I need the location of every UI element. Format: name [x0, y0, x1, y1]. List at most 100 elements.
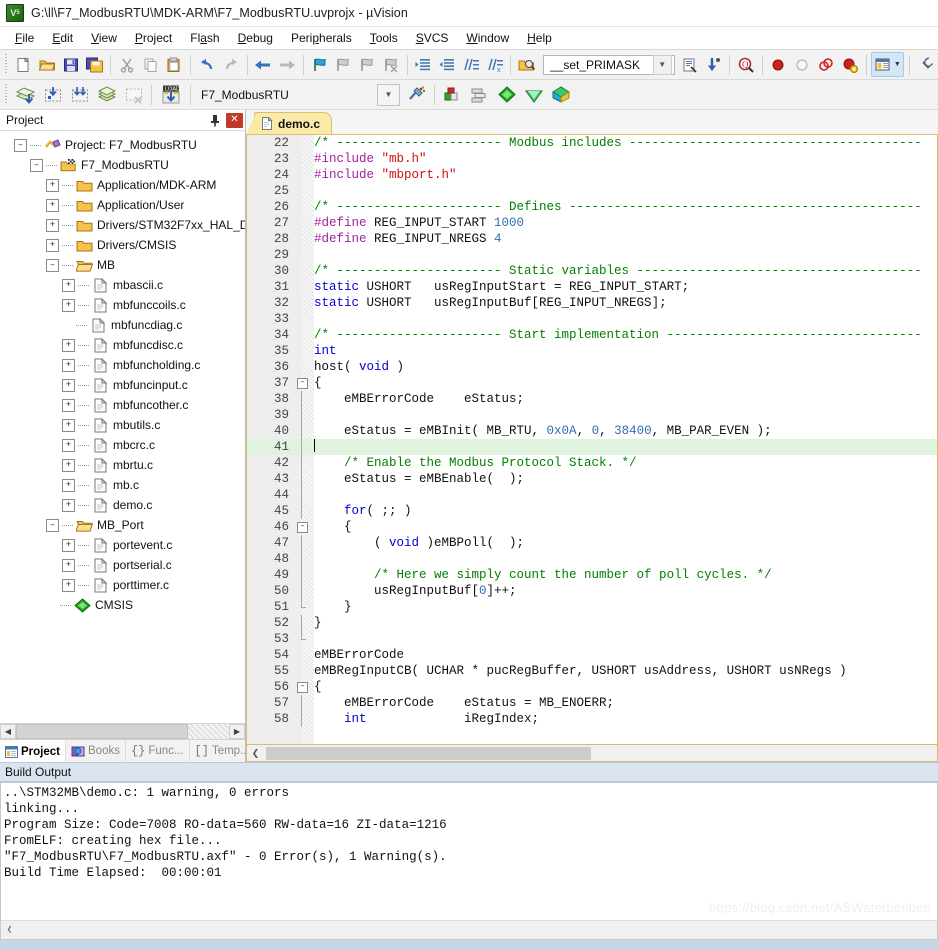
expander-icon[interactable]: + [62, 499, 75, 512]
breakpoint-icon[interactable] [768, 52, 790, 77]
tree-node-file[interactable]: + mbfuncdisc.c [0, 335, 245, 355]
tree-node-file[interactable]: + mb.c [0, 475, 245, 495]
code-line[interactable]: 52} [247, 615, 937, 631]
batch-build-icon[interactable] [94, 82, 119, 107]
fold-marker[interactable] [294, 583, 314, 599]
code-line[interactable]: 23#include "mb.h" [247, 151, 937, 167]
editor-hscroll-track[interactable] [264, 746, 937, 761]
expander-icon[interactable]: – [30, 159, 43, 172]
fold-marker[interactable] [294, 631, 314, 647]
code-line[interactable]: 51 } [247, 599, 937, 615]
expander-icon[interactable]: + [46, 199, 59, 212]
code-line[interactable]: 31static USHORT usRegInputStart = REG_IN… [247, 279, 937, 295]
fold-marker[interactable] [294, 695, 314, 711]
expander-icon[interactable]: + [62, 299, 75, 312]
fold-marker[interactable] [294, 391, 314, 407]
build-output-hscrollbar[interactable]: ❮ [1, 920, 937, 939]
bookmark-prev-icon[interactable] [333, 52, 355, 77]
fold-marker[interactable] [294, 423, 314, 439]
code-lines[interactable]: 22/* ---------------------- Modbus inclu… [247, 135, 937, 727]
fold-marker[interactable] [294, 599, 314, 615]
toolbar-grip[interactable] [4, 54, 7, 75]
menu-svcs[interactable]: SVCS [407, 29, 458, 47]
tree-node-file[interactable]: + mbascii.c [0, 275, 245, 295]
code-line[interactable]: 47 ( void )eMBPoll( ); [247, 535, 937, 551]
browse-symbol-icon[interactable] [679, 52, 701, 77]
code-line[interactable]: 42 /* Enable the Modbus Protocol Stack. … [247, 455, 937, 471]
fold-marker[interactable] [294, 279, 314, 295]
fold-marker[interactable] [294, 343, 314, 359]
multi-project-icon[interactable] [467, 82, 492, 107]
bookmark-toggle-icon[interactable] [309, 52, 331, 77]
fold-marker[interactable] [294, 263, 314, 279]
code-line[interactable]: 44 [247, 487, 937, 503]
code-line[interactable]: 22/* ---------------------- Modbus inclu… [247, 135, 937, 151]
comment-icon[interactable] [460, 52, 482, 77]
menu-project[interactable]: Project [126, 29, 181, 47]
open-file-icon[interactable] [36, 52, 58, 77]
fold-marker[interactable] [294, 167, 314, 183]
fold-marker[interactable] [294, 199, 314, 215]
undo-icon[interactable] [196, 52, 218, 77]
menu-debug[interactable]: Debug [229, 29, 282, 47]
expander-icon[interactable]: + [46, 239, 59, 252]
scroll-right-arrow-icon[interactable]: ▶ [229, 724, 245, 739]
fold-marker[interactable] [294, 327, 314, 343]
code-line[interactable]: 43 eStatus = eMBEnable( ); [247, 471, 937, 487]
uncomment-icon[interactable]: x [484, 52, 506, 77]
code-line[interactable]: 29 [247, 247, 937, 263]
menu-help[interactable]: Help [518, 29, 561, 47]
tree-node-file[interactable]: + mbfuncother.c [0, 395, 245, 415]
tree-node-cmsis[interactable]: CMSIS [0, 595, 245, 615]
code-line[interactable]: 24#include "mbport.h" [247, 167, 937, 183]
fold-marker[interactable] [294, 311, 314, 327]
code-line[interactable]: 53 [247, 631, 937, 647]
fold-marker[interactable] [294, 647, 314, 663]
configure-icon[interactable] [915, 52, 937, 77]
expander-icon[interactable]: + [62, 559, 75, 572]
fold-marker[interactable] [294, 487, 314, 503]
chevron-down-icon[interactable]: ▼ [653, 55, 672, 75]
paste-icon[interactable] [164, 52, 186, 77]
fold-marker[interactable] [294, 567, 314, 583]
tree-node-target[interactable]: – F7_ModbusRTU [0, 155, 245, 175]
pack-manage-icon[interactable] [548, 82, 573, 107]
editor-hscroll-thumb[interactable] [266, 747, 591, 760]
tree-node-group-mbport[interactable]: – MB_Port [0, 515, 245, 535]
pack-installer-icon[interactable] [494, 82, 519, 107]
expander-icon[interactable]: + [62, 279, 75, 292]
fold-marker[interactable] [294, 135, 314, 151]
tree-node-file[interactable]: + mbrtu.c [0, 455, 245, 475]
symbol-combo[interactable]: __set_PRIMASK ▼ [543, 55, 675, 75]
code-line[interactable]: 30/* ---------------------- Static varia… [247, 263, 937, 279]
menu-flash[interactable]: Flash [181, 29, 228, 47]
expander-icon[interactable]: – [46, 259, 59, 272]
tab-functions[interactable]: {} Func... [126, 740, 190, 762]
manage-project-items-icon[interactable] [440, 82, 465, 107]
build-toolbar[interactable]: LOAD F7_ModbusRTU ▼ [0, 80, 938, 110]
expander-icon[interactable]: – [46, 519, 59, 532]
code-line[interactable]: 46– { [247, 519, 937, 535]
tree-node-group[interactable]: + Drivers/STM32F7xx_HAL_Driv [0, 215, 245, 235]
fold-marker[interactable] [294, 247, 314, 263]
menu-edit[interactable]: Edit [43, 29, 82, 47]
expander-icon[interactable]: + [62, 459, 75, 472]
tree-node-group[interactable]: + Application/User [0, 195, 245, 215]
insert-tracepoint-icon[interactable] [702, 52, 724, 77]
code-line[interactable]: 26/* ---------------------- Defines ----… [247, 199, 937, 215]
editor-hscrollbar[interactable]: ❮ [246, 745, 938, 762]
fold-marker[interactable] [294, 295, 314, 311]
code-line[interactable]: 50 usRegInputBuf[0]++; [247, 583, 937, 599]
code-line[interactable]: 45 for( ;; ) [247, 503, 937, 519]
fold-marker[interactable] [294, 231, 314, 247]
code-line[interactable]: 39 [247, 407, 937, 423]
fold-marker[interactable]: – [294, 519, 314, 535]
translate-icon[interactable] [13, 82, 38, 107]
fold-marker[interactable]: – [294, 679, 314, 695]
build-icon[interactable] [40, 82, 65, 107]
target-chevron-down-icon[interactable]: ▼ [377, 84, 400, 106]
redo-icon[interactable] [220, 52, 242, 77]
tree-node-group[interactable]: + Application/MDK-ARM [0, 175, 245, 195]
save-icon[interactable] [60, 52, 82, 77]
tree-node-file[interactable]: + mbfunccoils.c [0, 295, 245, 315]
